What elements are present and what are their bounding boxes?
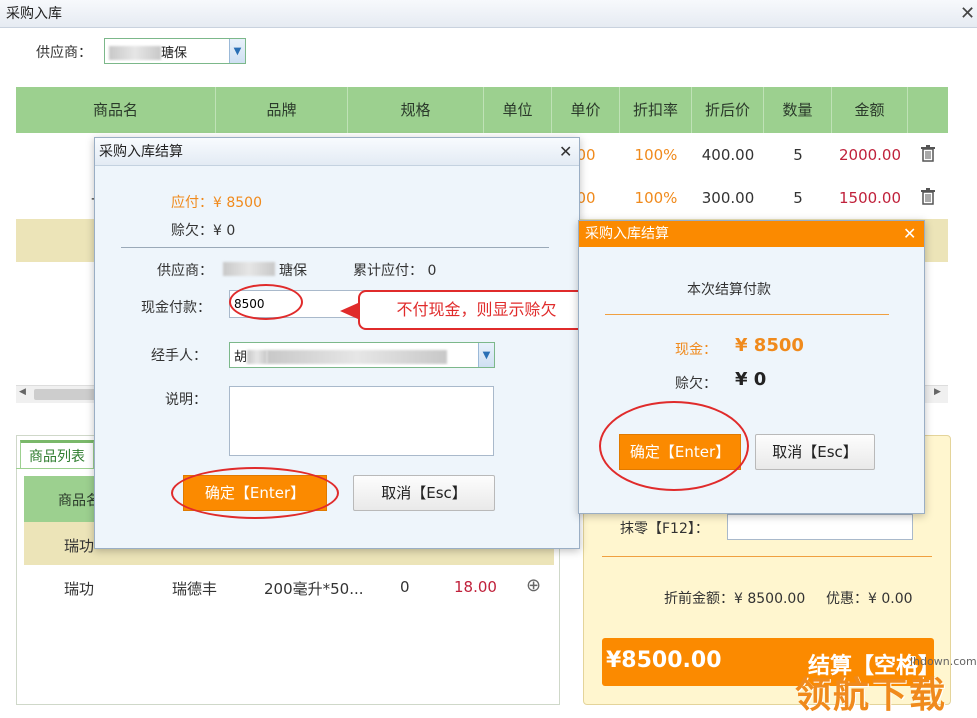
tab-product-list[interactable]: 商品列表 — [20, 440, 94, 468]
col-header[interactable]: 品牌 — [216, 87, 348, 133]
chevron-down-icon[interactable]: ▼ — [229, 39, 245, 63]
redacted-text — [247, 350, 268, 364]
callout-note: 不付现金，则显示赊欠 — [358, 290, 595, 330]
col-header[interactable]: 折扣率 — [620, 87, 692, 133]
col-header[interactable]: 商品名 — [16, 87, 216, 133]
zero-input[interactable] — [727, 514, 913, 540]
col-header[interactable]: 规格 — [348, 87, 484, 133]
list-item[interactable]: 瑞功 瑞德丰 200毫升*50... 0 18.00 ⊕ — [24, 565, 554, 608]
cancel-button[interactable]: 取消【Esc】 — [755, 434, 875, 470]
add-icon[interactable]: ⊕ — [526, 575, 541, 596]
dialog-titlebar: 采购入库结算 ✕ — [95, 138, 579, 166]
close-icon[interactable]: ✕ — [559, 138, 572, 166]
col-header[interactable]: 折后价 — [692, 87, 764, 133]
note-textarea[interactable] — [229, 386, 494, 456]
redacted-text — [109, 46, 161, 60]
window-title: 采购入库 — [6, 6, 62, 22]
scroll-left-icon[interactable]: ◀ — [19, 387, 26, 397]
highlight-ellipse — [171, 467, 339, 519]
col-header[interactable]: 金额 — [832, 87, 908, 133]
handler-select[interactable]: 胡 ▼ — [229, 342, 495, 368]
callout-pointer — [340, 303, 358, 319]
close-icon[interactable]: ✕ — [903, 221, 916, 247]
watermark-logo: 领航下载 — [795, 675, 948, 716]
scroll-right-icon[interactable]: ▶ — [934, 387, 941, 397]
trash-icon[interactable] — [908, 144, 948, 166]
dialog-titlebar: 采购入库结算 ✕ — [579, 221, 924, 247]
highlight-ellipse — [599, 401, 749, 491]
settlement-dialog: 采购入库结算 ✕ 应付：¥ 8500 赊欠：¥ 0 供应商： 瑭保 累计应付： … — [94, 137, 580, 549]
col-header[interactable]: 单价 — [552, 87, 620, 133]
redacted-text — [223, 262, 275, 276]
chevron-down-icon[interactable]: ▼ — [478, 343, 494, 367]
col-header[interactable]: 单位 — [484, 87, 552, 133]
window-titlebar: 采购入库 ✕ — [0, 0, 977, 28]
trash-icon[interactable] — [908, 187, 948, 209]
payment-confirm-dialog: 采购入库结算 ✕ 本次结算付款 现金： ¥ 8500 赊欠： ¥ 0 确定【En… — [578, 220, 925, 514]
close-icon[interactable]: ✕ — [960, 0, 975, 28]
grid-header: 商品名 品牌 规格 单位 单价 折扣率 折后价 数量 金额 — [16, 87, 948, 133]
highlight-ellipse — [229, 284, 303, 320]
supplier-label: 供应商： — [36, 45, 92, 61]
col-header[interactable]: 数量 — [764, 87, 832, 133]
cancel-button[interactable]: 取消【Esc】 — [353, 475, 495, 511]
supplier-select[interactable]: 瑭保 ▼ — [104, 38, 246, 64]
